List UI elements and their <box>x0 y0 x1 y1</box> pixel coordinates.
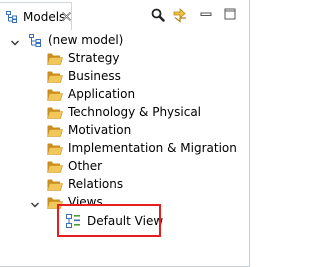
tree-item-business[interactable]: Business <box>0 67 249 85</box>
tree-item-implementation-migration[interactable]: Implementation & Migration <box>0 139 249 157</box>
model-tree-icon <box>6 11 18 23</box>
tree-item-label: Relations <box>68 177 124 191</box>
close-icon[interactable] <box>61 11 73 23</box>
tree-item-label: (new model) <box>48 33 124 47</box>
tree-item-label: Strategy <box>68 51 120 65</box>
models-tab[interactable]: Models <box>0 2 72 30</box>
highlight-outline <box>57 204 161 237</box>
models-view-panel: Models (new model) Strategy Business App… <box>0 0 250 267</box>
tree-item-strategy[interactable]: Strategy <box>0 49 249 67</box>
link-with-editor-icon[interactable] <box>172 8 186 23</box>
minimize-icon[interactable] <box>200 8 214 22</box>
tree-item-technology-physical[interactable]: Technology & Physical <box>0 103 249 121</box>
folder-icon <box>47 160 63 173</box>
folder-icon <box>47 52 63 65</box>
tree-item-relations[interactable]: Relations <box>0 175 249 193</box>
tree-item-label: Technology & Physical <box>68 105 202 119</box>
folder-icon <box>47 106 63 119</box>
tree-item-label: Business <box>68 69 121 83</box>
folder-icon <box>47 88 63 101</box>
search-icon[interactable] <box>151 8 165 22</box>
chevron-down-icon[interactable] <box>10 35 20 46</box>
folder-icon <box>47 142 63 155</box>
chevron-down-icon[interactable] <box>30 197 40 208</box>
model-icon <box>29 34 42 47</box>
folder-icon <box>47 124 63 137</box>
folder-icon <box>47 70 63 83</box>
maximize-icon[interactable] <box>224 8 238 22</box>
tree-item-application[interactable]: Application <box>0 85 249 103</box>
tree-item-label: Implementation & Migration <box>68 141 237 155</box>
tree-item-other[interactable]: Other <box>0 157 249 175</box>
tree-item-motivation[interactable]: Motivation <box>0 121 249 139</box>
tree-item-label: Motivation <box>68 123 132 137</box>
folder-icon <box>47 178 63 191</box>
tab-title: Models <box>23 10 66 24</box>
tree-item-label: Application <box>68 87 136 101</box>
tree-item-model[interactable]: (new model) <box>0 31 249 49</box>
view-tab-bar: Models <box>0 0 249 30</box>
tree-item-label: Other <box>68 159 103 173</box>
